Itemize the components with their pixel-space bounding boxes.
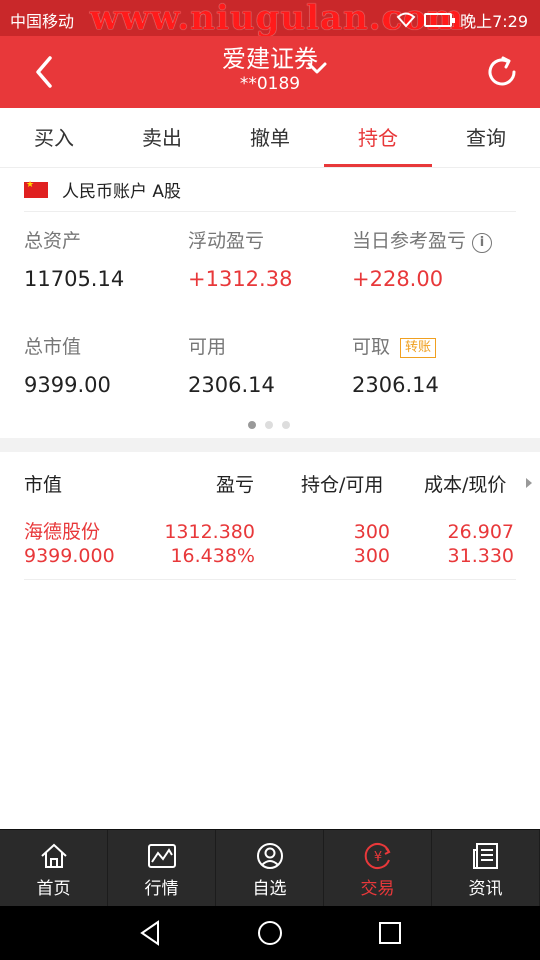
home-icon: [40, 843, 67, 868]
bottom-nav: 首页 行情 自选 ¥ 交易 资讯: [0, 829, 540, 906]
tab-sell[interactable]: 卖出: [108, 108, 216, 167]
info-icon[interactable]: i: [472, 233, 493, 253]
withdrawable-label-row: 可取 转账: [352, 332, 439, 359]
nav-home-label: 首页: [36, 879, 71, 899]
refresh-icon[interactable]: [484, 54, 520, 90]
system-home-icon[interactable]: [257, 920, 283, 946]
market-chart-icon: [147, 844, 176, 868]
svg-text:¥: ¥: [373, 850, 381, 865]
header-title-block[interactable]: 爱建证券 **0189: [0, 44, 540, 94]
stock-available: 300: [353, 545, 390, 567]
transfer-badge[interactable]: 转账: [400, 338, 437, 358]
market-value-label: 总市值: [24, 336, 82, 358]
yuan-trade-icon: ¥: [364, 843, 391, 869]
column-market-value[interactable]: 市值: [24, 470, 62, 497]
nav-trade-label: 交易: [360, 879, 395, 899]
page-dot: [282, 421, 290, 429]
stock-pl-percent: 16.438%: [170, 545, 255, 567]
carrier-label: 中国移动: [10, 12, 75, 31]
nav-watchlist[interactable]: 自选: [216, 830, 324, 906]
today-pl-label: 当日参考盈亏: [352, 230, 467, 252]
available-label: 可用: [188, 336, 227, 358]
status-bar: 中国移动 www.niugulan.com 晚上7:29: [0, 0, 540, 38]
app-header: 爱建证券 **0189: [0, 36, 540, 108]
tab-holdings[interactable]: 持仓: [324, 108, 432, 167]
market-value-value: 9399.00: [24, 373, 111, 397]
user-icon: [256, 843, 283, 869]
page-indicator: [248, 421, 290, 429]
tab-query[interactable]: 查询: [432, 108, 540, 167]
system-recents-icon[interactable]: [377, 920, 403, 946]
page-dot: [248, 421, 256, 429]
today-pl-value: +228.00: [352, 267, 444, 291]
nav-market[interactable]: 行情: [108, 830, 216, 906]
tab-cancel[interactable]: 撤单: [216, 108, 324, 167]
column-pl[interactable]: 盈亏: [216, 470, 254, 497]
available-cash: 可用 2306.14: [188, 332, 275, 397]
nav-home[interactable]: 首页: [0, 830, 108, 906]
page-dot: [265, 421, 273, 429]
holdings-header: 市值 盈亏 持仓/可用 成本/现价: [0, 452, 540, 510]
scroll-right-icon[interactable]: [526, 478, 532, 488]
table-row[interactable]: 海德股份 9399.000 1312.380 16.438% 300 300 2…: [24, 514, 516, 580]
nav-news[interactable]: 资讯: [432, 830, 540, 906]
system-back-icon[interactable]: [138, 920, 164, 946]
total-assets-label: 总资产: [24, 230, 82, 252]
chevron-down-icon[interactable]: [306, 60, 328, 78]
withdrawable-label: 可取: [352, 336, 391, 358]
total-assets: 总资产 11705.14: [24, 226, 124, 291]
market-value: 总市值 9399.00: [24, 332, 111, 397]
wifi-icon: [396, 12, 416, 28]
clock-label: 晚上7:29: [460, 12, 528, 31]
stock-name: 海德股份: [24, 521, 101, 543]
trade-tabs: 买入 卖出 撤单 持仓 查询: [0, 108, 540, 168]
account-label: 人民币账户 A股: [62, 182, 182, 202]
nav-news-label: 资讯: [468, 879, 503, 899]
battery-icon: [424, 13, 456, 27]
withdrawable-value: 2306.14: [352, 373, 439, 397]
section-divider: [0, 438, 540, 452]
stock-price: 31.330: [447, 545, 514, 567]
floating-pl-value: +1312.38: [188, 267, 293, 291]
cn-flag-icon: [24, 180, 48, 198]
nav-watchlist-label: 自选: [252, 879, 287, 899]
stock-market-value: 9399.000: [24, 545, 115, 567]
nav-market-label: 行情: [144, 879, 179, 899]
stock-pl-amount: 1312.380: [164, 521, 255, 543]
column-cost-price[interactable]: 成本/现价: [424, 470, 506, 497]
withdrawable-cash: 可取 转账 2306.14: [352, 332, 439, 397]
total-assets-value: 11705.14: [24, 267, 125, 291]
system-nav-bar: [0, 906, 540, 960]
account-number: **0189: [239, 74, 301, 94]
stock-position: 300: [353, 521, 390, 543]
tab-buy[interactable]: 买入: [0, 108, 108, 167]
floating-pl: 浮动盈亏 +1312.38: [188, 226, 292, 291]
stock-cost: 26.907: [447, 521, 514, 543]
floating-pl-label: 浮动盈亏: [188, 230, 265, 252]
news-icon: [472, 843, 498, 869]
column-position[interactable]: 持仓/可用: [301, 470, 383, 497]
broker-title: 爱建证券: [222, 45, 318, 73]
available-value: 2306.14: [188, 373, 275, 397]
status-right: 晚上7:29: [396, 8, 528, 32]
today-pl-label-row: 当日参考盈亏 i: [352, 226, 493, 253]
account-selector[interactable]: 人民币账户 A股: [24, 168, 516, 212]
today-pl: 当日参考盈亏 i +228.00: [352, 226, 493, 291]
nav-trade[interactable]: ¥ 交易: [324, 830, 432, 906]
